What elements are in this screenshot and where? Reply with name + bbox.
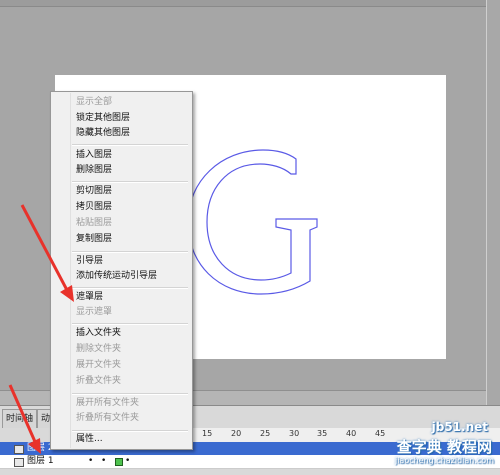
watermark: jb51.net 查字典 教程网 jiaocheng.chazidian.com [358, 392, 498, 472]
menu-separator [72, 393, 188, 395]
menu-separator [72, 251, 188, 253]
menu-item-collapse-all-folders[interactable]: 折叠所有文件夹 [76, 411, 139, 426]
menu-separator [72, 323, 188, 325]
menu-item-hide-others[interactable]: 隐藏其他图层 [76, 126, 130, 141]
ruler-tick: 40 [346, 429, 357, 438]
visibility-dot[interactable]: • [88, 455, 93, 468]
menu-separator [72, 144, 188, 146]
menu-item-properties[interactable]: 属性... [76, 432, 103, 447]
tab-timeline[interactable]: 时间轴 [2, 409, 38, 428]
menu-icon-gutter [70, 93, 71, 448]
ruler-tick: 20 [231, 429, 242, 438]
menu-item-show-mask[interactable]: 显示遮罩 [76, 305, 112, 320]
watermark-site: jb51.net [431, 420, 488, 434]
menu-item-expand-all-folders[interactable]: 展开所有文件夹 [76, 396, 139, 411]
menu-item-expand-folder[interactable]: 展开文件夹 [76, 358, 121, 373]
frame-dot[interactable]: • [125, 455, 130, 468]
menu-item-insert-folder[interactable]: 插入文件夹 [76, 326, 121, 341]
menu-item-insert-layer[interactable]: 插入图层 [76, 148, 112, 163]
ruler-tick: 30 [289, 429, 300, 438]
right-panel-edge [486, 0, 500, 405]
menu-item-paste-layer[interactable]: 粘贴图层 [76, 216, 112, 231]
menu-separator [72, 287, 188, 289]
lock-dot[interactable]: • [101, 455, 106, 468]
ruler-tick: 25 [260, 429, 271, 438]
ruler-tick: 35 [317, 429, 328, 438]
watermark-url: jiaocheng.chazidian.com [394, 456, 494, 465]
menu-item-delete-layer[interactable]: 删除图层 [76, 163, 112, 178]
ruler-tick: 15 [202, 429, 213, 438]
menu-item-show-all[interactable]: 显示全部 [76, 95, 112, 110]
menu-item-collapse-folder[interactable]: 折叠文件夹 [76, 374, 121, 389]
layer-icon [14, 445, 24, 454]
menu-item-duplicate-layer[interactable]: 复制图层 [76, 232, 112, 247]
menu-separator [72, 181, 188, 183]
menu-item-cut-layer[interactable]: 剪切图层 [76, 184, 112, 199]
menu-item-guide-layer[interactable]: 引导层 [76, 254, 103, 269]
menu-item-mask-layer[interactable]: 遮罩层 [76, 290, 103, 305]
watermark-brand: 查字典 教程网 [396, 438, 492, 456]
menu-item-copy-layer[interactable]: 拷贝图层 [76, 200, 112, 215]
menu-item-delete-folder[interactable]: 删除文件夹 [76, 342, 121, 357]
top-bar [0, 0, 500, 7]
layer-context-menu: 显示全部 锁定其他图层 隐藏其他图层 插入图层 删除图层 剪切图层 拷贝图层 粘… [50, 91, 193, 450]
menu-item-add-motion-guide[interactable]: 添加传统运动引导层 [76, 269, 157, 284]
layer-icon [14, 458, 24, 467]
layer-name[interactable]: 图层 1 [27, 455, 54, 468]
menu-item-lock-others[interactable]: 锁定其他图层 [76, 111, 130, 126]
keyframe-marker[interactable] [115, 458, 123, 466]
